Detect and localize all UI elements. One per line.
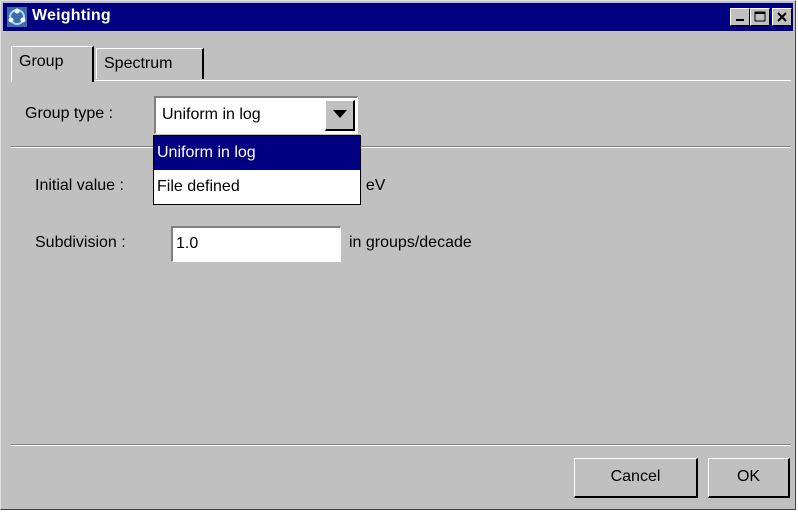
chevron-down-icon <box>333 110 347 118</box>
subdivision-field[interactable]: 1.0 <box>171 226 341 262</box>
group-type-dropdown-list: Uniform in log File defined <box>153 135 361 205</box>
option-uniform-in-log[interactable]: Uniform in log <box>154 136 360 170</box>
maximize-button[interactable] <box>750 8 770 26</box>
cancel-button[interactable]: Cancel <box>574 458 698 498</box>
close-button[interactable] <box>772 8 792 26</box>
button-bar-separator <box>11 444 791 446</box>
minimize-button[interactable] <box>730 8 750 26</box>
combo-arrow-button[interactable] <box>325 100 355 131</box>
window-title: Weighting <box>32 7 111 24</box>
title-bar[interactable]: Weighting <box>3 3 793 31</box>
close-icon <box>777 12 787 22</box>
maximize-icon <box>754 11 766 22</box>
tab-group[interactable]: Group <box>11 46 94 82</box>
group-type-value: Uniform in log <box>162 106 261 123</box>
tab-panel-top-edge <box>94 80 791 81</box>
ok-button[interactable]: OK <box>708 458 790 498</box>
subdivision-label: Subdivision : <box>35 234 126 251</box>
group-type-combo[interactable]: Uniform in log <box>154 96 358 134</box>
weighting-dialog: Weighting Spectrum Group Group type : Un… <box>0 0 796 510</box>
app-molecule-icon <box>7 7 27 27</box>
option-file-defined[interactable]: File defined <box>154 170 360 204</box>
tab-spectrum[interactable]: Spectrum <box>96 48 204 79</box>
tab-group-label: Group <box>19 53 64 70</box>
separator <box>11 146 791 148</box>
minimize-icon <box>736 19 744 21</box>
subdivision-unit: in groups/decade <box>349 234 472 251</box>
group-type-label: Group type : <box>25 105 114 122</box>
tab-spectrum-label: Spectrum <box>104 55 173 72</box>
initial-value-label: Initial value : <box>35 177 124 194</box>
